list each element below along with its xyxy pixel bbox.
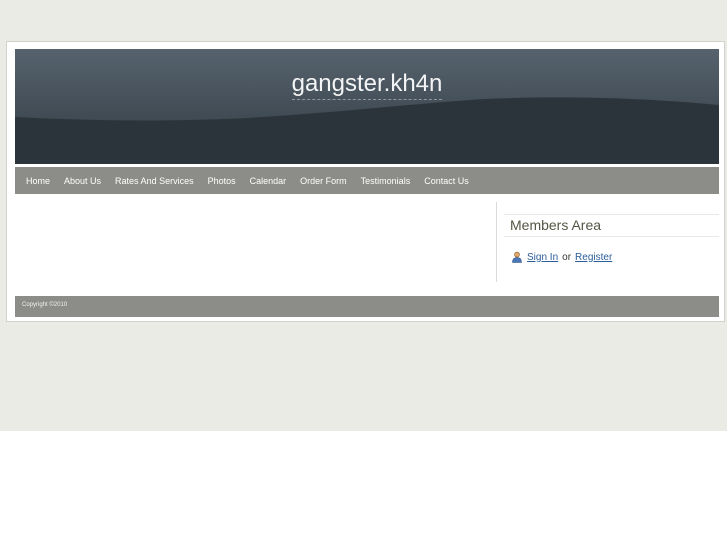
register-link[interactable]: Register: [575, 252, 612, 263]
nav-item-photos[interactable]: Photos: [201, 176, 243, 186]
user-icon: [511, 251, 523, 263]
nav-item-home[interactable]: Home: [19, 176, 57, 186]
site-footer: Copyright ©2010: [15, 296, 719, 317]
nav-item-order-form[interactable]: Order Form: [293, 176, 354, 186]
copyright-text: Copyright ©2010: [22, 302, 68, 308]
nav-item-testimonials[interactable]: Testimonials: [354, 176, 418, 186]
members-area-title: Members Area: [510, 217, 602, 233]
nav-item-calendar[interactable]: Calendar: [243, 176, 294, 186]
header-wave-graphic: [15, 49, 719, 164]
site-title[interactable]: gangster.kh4n: [15, 70, 719, 100]
members-area-heading-box: Members Area: [504, 214, 719, 237]
sidebar-divider: [496, 202, 497, 282]
nav-item-contact-us[interactable]: Contact Us: [417, 176, 476, 186]
main-navigation: Home About Us Rates And Services Photos …: [15, 167, 719, 194]
site-title-text[interactable]: gangster.kh4n: [291, 70, 443, 100]
site-header: gangster.kh4n: [15, 49, 719, 164]
or-separator: or: [562, 251, 572, 263]
page-frame: gangster.kh4n Home About Us Rates And Se…: [6, 41, 725, 322]
nav-item-about-us[interactable]: About Us: [57, 176, 108, 186]
member-auth-links: Sign In or Register: [511, 250, 612, 264]
sign-in-link[interactable]: Sign In: [527, 252, 558, 263]
nav-item-rates-and-services[interactable]: Rates And Services: [108, 176, 201, 186]
